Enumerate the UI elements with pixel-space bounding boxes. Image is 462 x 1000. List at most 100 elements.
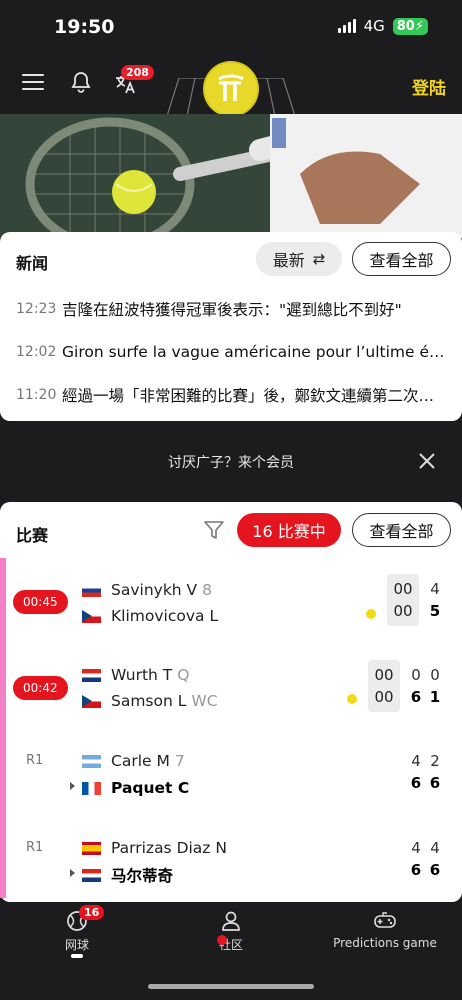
flag-croatia-icon: [82, 868, 101, 882]
flag-spain-icon: [82, 841, 101, 855]
set-score: 4: [430, 580, 440, 598]
player-seed: Q: [177, 666, 190, 684]
gamepad-icon: [374, 912, 396, 928]
match-row[interactable]: 00:45 Savinykh V8 Klimovicova L 00 00 4 …: [0, 574, 462, 636]
game-points: 00: [393, 580, 413, 598]
news-time: 12:02: [16, 344, 57, 360]
set-score: 4: [430, 839, 440, 857]
player-name: 马尔蒂奇: [111, 867, 174, 885]
player-name: Carle M: [111, 752, 170, 770]
player-seed: 7: [174, 752, 185, 770]
matches-card: 比赛 16 比赛中 查看全部 00:45 Savinykh V8 Klimovi…: [0, 502, 462, 902]
close-icon[interactable]: [418, 452, 436, 470]
news-headline: 經過一場「非常困難的比賽」後，鄭欽文連續第二次晉級溫網: [62, 387, 446, 405]
nav-predictions-label: Predictions game: [333, 936, 437, 950]
sort-label: 最新: [272, 251, 305, 270]
player-name: Parrizas Diaz N: [111, 839, 227, 857]
player-name: Wurth T: [111, 666, 173, 684]
player-row: 马尔蒂奇: [82, 864, 173, 886]
tennis-racket-image: [0, 114, 462, 238]
home-indicator: [148, 984, 314, 989]
serving-indicator: [347, 694, 357, 704]
news-time: 11:20: [16, 387, 57, 403]
flag-russia-icon: [82, 583, 101, 597]
notification-badge: 208: [121, 65, 154, 80]
battery-icon: 80⚡: [392, 17, 428, 35]
bell-icon[interactable]: [69, 70, 93, 94]
login-button[interactable]: 登陆: [412, 74, 446, 99]
game-points: 00: [374, 688, 394, 706]
serving-indicator: [366, 609, 376, 619]
news-view-all-button[interactable]: 查看全部: [352, 242, 451, 276]
tennis-badge: 16: [79, 905, 105, 920]
menu-icon[interactable]: [22, 74, 44, 92]
set-score: 2: [430, 752, 440, 770]
live-matches-button[interactable]: 16 比赛中: [237, 513, 341, 547]
player-name: Savinykh V: [111, 581, 198, 599]
ad-bar: 讨厌广子？来个会员: [0, 430, 462, 494]
match-row[interactable]: R1 Carle M7 Paquet C 4 2 6 6: [0, 750, 462, 810]
active-tab-indicator: [71, 954, 83, 958]
serve-arrow-icon: [70, 869, 75, 877]
set-score: 6: [429, 774, 441, 792]
matches-title: 比赛: [16, 526, 49, 545]
news-time: 12:23: [16, 301, 57, 317]
set-score: 6: [410, 688, 422, 706]
nav-predictions[interactable]: Predictions game: [330, 910, 440, 950]
player-name: Klimovicova L: [111, 607, 219, 625]
player-row: Paquet C: [82, 777, 189, 799]
network-type: 4G: [363, 17, 385, 35]
player-row: Carle M7: [82, 750, 185, 772]
set-score: 6: [410, 861, 422, 879]
player-row: Samson L WC: [82, 690, 218, 712]
swap-icon: ⇄: [312, 250, 326, 268]
status-time: 19:50: [54, 16, 115, 38]
sort-toggle-button[interactable]: 最新 ⇄: [256, 242, 342, 276]
news-card: 新闻 最新 ⇄ 查看全部 12:23 吉隆在紐波特獲得冠軍後表示："遲到總比不到…: [0, 232, 462, 421]
app-logo[interactable]: [205, 63, 257, 115]
user-icon: [222, 911, 240, 931]
hero-banner[interactable]: [0, 114, 462, 238]
game-points: 00: [393, 602, 413, 620]
status-bar: 19:50 4G 80⚡: [0, 0, 462, 56]
matches-view-all-button[interactable]: 查看全部: [352, 513, 451, 547]
nav-community-label: 社区: [218, 938, 243, 952]
status-indicators: 4G 80⚡: [337, 17, 428, 35]
match-row[interactable]: R1 Parrizas Diaz N 马尔蒂奇 4 4 6 6: [0, 837, 462, 897]
signal-icon: [337, 19, 356, 33]
news-item[interactable]: 12:23 吉隆在紐波特獲得冠軍後表示："遲到總比不到好": [16, 298, 446, 320]
player-name: Samson L: [111, 692, 187, 710]
news-title: 新闻: [16, 254, 49, 273]
set-score: 0: [411, 666, 421, 684]
set-score: 0: [430, 666, 440, 684]
set-score: 6: [410, 774, 422, 792]
community-unread-dot: [217, 935, 227, 945]
player-seed: 8: [202, 581, 213, 599]
news-item[interactable]: 11:20 經過一場「非常困難的比賽」後，鄭欽文連續第二次晉級溫網: [16, 384, 446, 406]
serve-arrow-icon: [70, 782, 75, 790]
player-row: Wurth TQ: [82, 664, 189, 686]
set-score: 4: [411, 752, 421, 770]
nav-tennis-label: 网球: [64, 938, 89, 952]
player-row: Parrizas Diaz N: [82, 837, 227, 859]
flag-czech-icon: [82, 609, 101, 623]
set-score: 1: [429, 688, 441, 706]
tennis-logo-icon: [218, 74, 244, 101]
news-item[interactable]: 12:02 Giron surfe la vague américaine po…: [16, 341, 446, 363]
set-score: 6: [429, 861, 441, 879]
round-label: R1: [26, 840, 44, 855]
flag-czech-icon: [82, 694, 101, 708]
flag-croatia-icon: [82, 668, 101, 682]
filter-icon[interactable]: [203, 519, 225, 541]
news-headline: Giron surfe la vague américaine pour l’u…: [62, 343, 446, 361]
app-header: 208 登陆: [0, 56, 462, 116]
flag-france-icon: [82, 781, 101, 795]
player-name: Paquet C: [111, 779, 190, 797]
set-score: 5: [429, 602, 441, 620]
match-row[interactable]: 00:42 Wurth TQ Samson L WC 00 00 0 0 6 1: [0, 660, 462, 723]
nav-community[interactable]: 社区: [209, 910, 253, 953]
remove-ads-link[interactable]: 讨厌广子？来个会员: [0, 452, 462, 472]
news-headline: 吉隆在紐波特獲得冠軍後表示："遲到總比不到好": [62, 301, 402, 319]
round-label: R1: [26, 753, 44, 768]
match-time-badge: 00:42: [13, 676, 68, 700]
